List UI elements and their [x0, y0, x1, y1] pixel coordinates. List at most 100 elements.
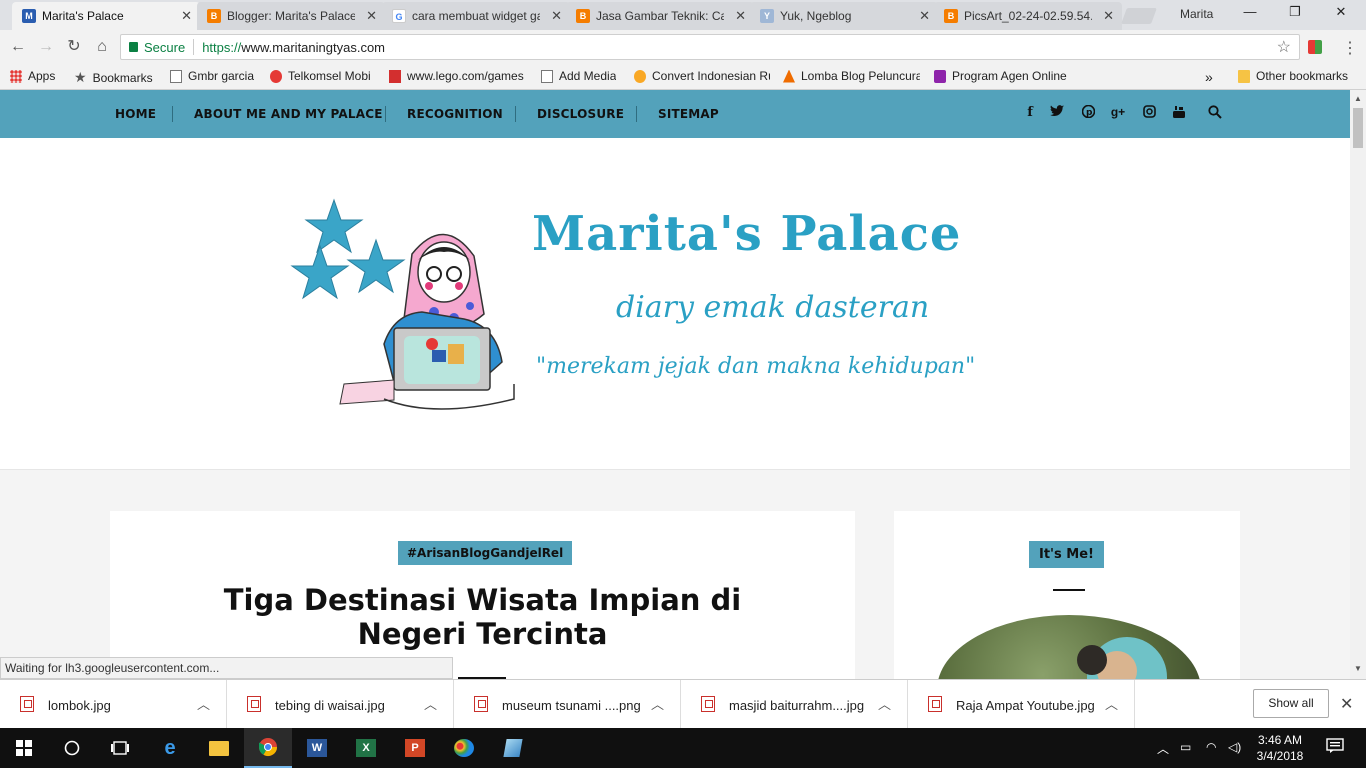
- download-item[interactable]: masjid baiturrahm....jpg ︿: [681, 680, 908, 729]
- show-all-button[interactable]: Show all: [1253, 689, 1329, 718]
- download-item[interactable]: museum tsunami ....png ︿: [454, 680, 681, 729]
- back-icon[interactable]: ←: [8, 38, 28, 56]
- blogger-icon: B: [576, 9, 590, 23]
- search-icon[interactable]: [1207, 105, 1223, 122]
- twitter-icon[interactable]: [1049, 105, 1065, 120]
- close-icon[interactable]: ✕: [181, 8, 192, 24]
- close-icon[interactable]: ✕: [1340, 694, 1353, 714]
- nav-disclosure[interactable]: DISCLOSURE: [537, 107, 624, 121]
- nav-recognition[interactable]: RECOGNITION: [407, 107, 503, 121]
- post-title[interactable]: Tiga Destinasi Wisata Impian di Negeri T…: [210, 583, 755, 651]
- bookmark-lomba-blog[interactable]: Lomba Blog Peluncuran: [783, 69, 920, 83]
- tab-title: cara membuat widget gambar: [412, 9, 540, 23]
- bookmarks-overflow-button[interactable]: »: [1205, 69, 1213, 85]
- scroll-up-icon[interactable]: ▲: [1354, 94, 1362, 103]
- other-bookmarks[interactable]: Other bookmarks: [1238, 69, 1348, 83]
- taskbar-powerpoint[interactable]: P: [391, 728, 439, 768]
- bookmark-add-media[interactable]: Add Media: [541, 69, 616, 83]
- tab-jasa-gambar[interactable]: B Jasa Gambar Teknik: Cara ✕: [566, 2, 754, 30]
- bookmark-apps[interactable]: Apps: [10, 69, 55, 83]
- notification-icon[interactable]: [1326, 738, 1344, 757]
- close-window-icon[interactable]: ✕: [1326, 4, 1356, 20]
- menu-icon[interactable]: ⋮: [1342, 38, 1358, 58]
- nav-home[interactable]: HOME: [115, 107, 156, 121]
- new-tab-button[interactable]: [1121, 8, 1157, 24]
- chevron-up-icon[interactable]: ︿: [1157, 740, 1169, 757]
- close-icon[interactable]: ✕: [551, 8, 562, 24]
- instagram-icon[interactable]: [1141, 105, 1157, 121]
- home-icon[interactable]: ⌂: [92, 38, 112, 56]
- close-icon[interactable]: ✕: [1103, 8, 1114, 24]
- nav-sitemap[interactable]: SITEMAP: [658, 107, 719, 121]
- page-scrollbar[interactable]: ▲ ▼: [1350, 90, 1366, 679]
- image-file-icon: [701, 696, 715, 712]
- scroll-down-icon[interactable]: ▼: [1354, 664, 1362, 673]
- download-item[interactable]: lombok.jpg ︿: [0, 680, 227, 729]
- address-bar[interactable]: Secure https://www.maritaningtyas.com ☆: [120, 34, 1300, 60]
- taskbar-word[interactable]: W: [293, 728, 341, 768]
- bookmark-telkomsel[interactable]: Telkomsel Mobi: [270, 69, 371, 83]
- chevron-up-icon[interactable]: ︿: [197, 694, 210, 713]
- close-icon[interactable]: ✕: [735, 8, 746, 24]
- reload-icon[interactable]: ↻: [64, 38, 84, 56]
- bookmark-label: Program Agen Online: [952, 69, 1067, 83]
- youtube-icon[interactable]: [1171, 105, 1187, 122]
- tab-maritas-palace[interactable]: M Marita's Palace ✕: [12, 2, 200, 30]
- battery-icon[interactable]: ▭: [1180, 740, 1191, 754]
- volume-icon[interactable]: ◁): [1228, 740, 1241, 754]
- bookmark-convert[interactable]: Convert Indonesian Rupiah: [634, 69, 770, 83]
- blogger-icon: B: [207, 9, 221, 23]
- image-file-icon: [474, 696, 488, 712]
- tab-strip: M Marita's Palace ✕ B Blogger: Marita's …: [0, 0, 1366, 30]
- secure-indicator[interactable]: Secure: [129, 40, 185, 55]
- bookmark-lego[interactable]: www.lego.com/games: [389, 69, 524, 83]
- chevron-up-icon[interactable]: ︿: [424, 694, 437, 713]
- download-item[interactable]: tebing di waisai.jpg ︿: [227, 680, 454, 729]
- blog-header[interactable]: Marita's Palace diary emak dasteran "mer…: [0, 138, 1350, 470]
- taskbar-publisher[interactable]: X: [342, 728, 390, 768]
- bookmark-star-icon[interactable]: ☆: [1277, 37, 1291, 57]
- taskbar-explorer[interactable]: [195, 728, 243, 768]
- taskbar-paint[interactable]: [440, 728, 488, 768]
- restore-icon[interactable]: ❐: [1280, 4, 1310, 20]
- close-icon[interactable]: ✕: [366, 8, 377, 24]
- bookmark-gmbr-garcia[interactable]: Gmbr garcia: [170, 69, 254, 83]
- clock[interactable]: 3:46 AM 3/4/2018: [1252, 732, 1308, 764]
- taskbar-chrome[interactable]: [244, 728, 292, 768]
- extension-icon[interactable]: [1308, 40, 1322, 54]
- bookmark-bookmarks[interactable]: ★ Bookmarks: [74, 69, 153, 86]
- task-view-button[interactable]: [96, 728, 144, 768]
- scrollbar-thumb[interactable]: [1353, 108, 1363, 148]
- chevron-up-icon[interactable]: ︿: [878, 694, 891, 713]
- tab-picsart[interactable]: B PicsArt_02-24-02.59.54.jpg ✕: [934, 2, 1122, 30]
- chevron-up-icon[interactable]: ︿: [1105, 694, 1118, 713]
- lego-icon: [389, 69, 401, 83]
- wifi-icon[interactable]: ◠: [1206, 740, 1216, 754]
- google-plus-icon[interactable]: g+: [1108, 105, 1128, 119]
- powerpoint-icon: P: [405, 739, 425, 757]
- tab-blogger[interactable]: B Blogger: Marita's Palace ✕: [197, 2, 385, 30]
- profile-name[interactable]: Marita: [1180, 7, 1213, 21]
- star-icon: [290, 244, 350, 300]
- taskbar-app[interactable]: [489, 728, 537, 768]
- nav-about[interactable]: ABOUT ME AND MY PALACE: [194, 107, 383, 121]
- tab-google-search[interactable]: G cara membuat widget gambar ✕: [382, 2, 570, 30]
- forward-icon[interactable]: →: [36, 38, 56, 56]
- facebook-icon[interactable]: f: [1022, 105, 1038, 120]
- chevron-up-icon[interactable]: ︿: [651, 694, 664, 713]
- paint-icon: [454, 739, 474, 757]
- start-button[interactable]: [0, 728, 48, 768]
- bookmark-program-agen[interactable]: Program Agen Online: [934, 69, 1067, 83]
- blog-tagline: "merekam jejak dan makna kehidupan": [536, 354, 976, 379]
- app-icon: [503, 739, 523, 757]
- search-button[interactable]: [48, 728, 96, 768]
- post-label-badge[interactable]: #ArisanBlogGandjelRel: [398, 541, 573, 565]
- pinterest-icon[interactable]: p: [1080, 104, 1096, 121]
- image-file-icon: [928, 696, 942, 712]
- url-text[interactable]: https://www.maritaningtyas.com: [202, 40, 385, 55]
- download-item[interactable]: Raja Ampat Youtube.jpg ︿: [908, 680, 1135, 729]
- close-icon[interactable]: ✕: [919, 8, 930, 24]
- minimize-icon[interactable]: —: [1235, 4, 1265, 19]
- taskbar-edge[interactable]: e: [146, 728, 194, 768]
- tab-yuk-ngeblog[interactable]: Y Yuk, Ngeblog ✕: [750, 2, 938, 30]
